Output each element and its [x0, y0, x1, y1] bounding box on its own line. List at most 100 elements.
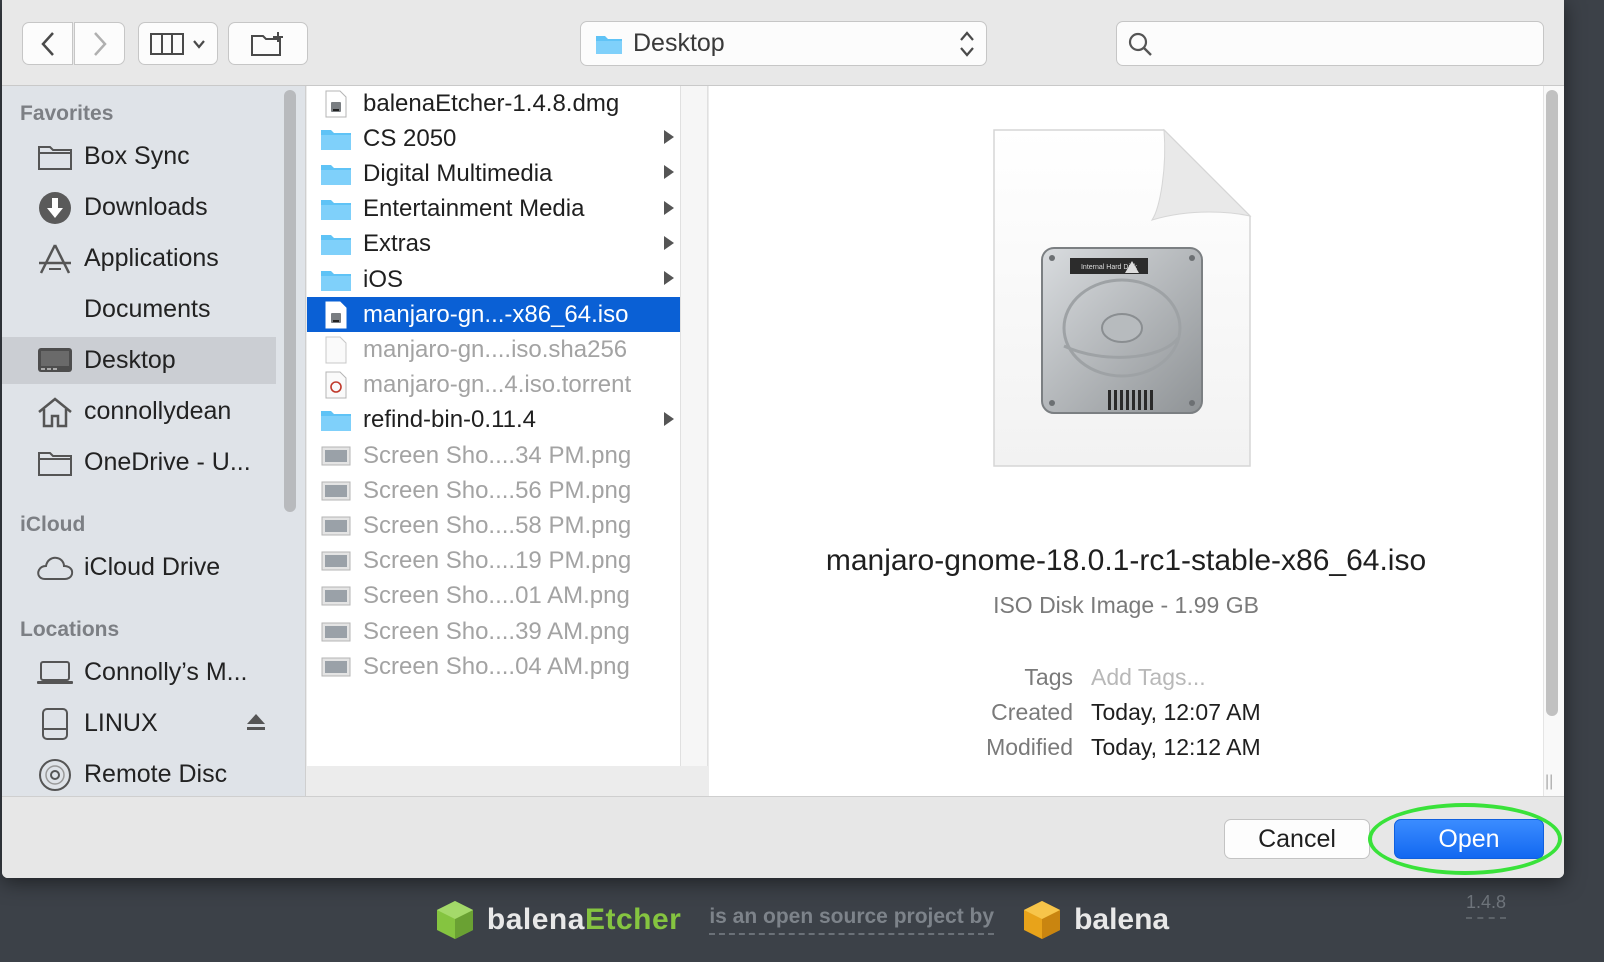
file-name-label: Screen Sho....39 AM.png: [363, 617, 630, 645]
folder-row[interactable]: Entertainment Media: [307, 192, 680, 227]
add-tags-field[interactable]: Add Tags...: [1091, 664, 1206, 691]
disclosure-arrow-icon: [664, 235, 674, 250]
file-name-label: balenaEtcher-1.4.8.dmg: [363, 89, 620, 117]
folder-row[interactable]: Extras: [307, 227, 680, 262]
folder-icon: [319, 405, 353, 435]
sidebar-item-desktop[interactable]: Desktop: [2, 337, 276, 384]
folder-icon: [319, 194, 353, 224]
dialog-toolbar: Desktop: [2, 0, 1564, 86]
image-file-icon: [319, 476, 353, 506]
eject-icon[interactable]: [246, 712, 266, 732]
balena-brand[interactable]: balena: [1074, 903, 1169, 937]
created-label: Created: [991, 699, 1073, 725]
disclosure-arrow-icon: [664, 411, 674, 426]
sidebar-item-label: connollydean: [84, 397, 232, 425]
sidebar-scrollbar[interactable]: [284, 90, 296, 512]
file-name-label: Screen Sho....01 AM.png: [363, 582, 630, 610]
balena-logo-icon: [1024, 901, 1061, 939]
folder-row[interactable]: refind-bin-0.11.4: [307, 403, 680, 438]
chevron-right-icon: [93, 31, 107, 56]
sidebar-item-applications[interactable]: Applications: [2, 235, 276, 282]
file-name-label: Screen Sho....04 AM.png: [363, 652, 630, 680]
sidebar-section-icloud: iCloud: [20, 513, 86, 536]
preview-file-kind: ISO Disk Image - 1.99 GB: [993, 592, 1259, 618]
folder-row[interactable]: CS 2050: [307, 121, 680, 156]
sidebar-item-label: Desktop: [84, 346, 176, 374]
created-value: Today, 12:07 AM: [1091, 699, 1261, 725]
sidebar-item-icloud-drive[interactable]: iCloud Drive: [2, 544, 276, 591]
forward-button[interactable]: [74, 22, 125, 65]
sidebar-item-label: Applications: [84, 244, 219, 272]
sidebar: Favorites Box Sync Downloads Application…: [2, 86, 306, 796]
file-row[interactable]: Screen Sho....01 AM.png: [307, 579, 680, 614]
disk-image-icon: [319, 89, 353, 119]
column-resize-handle[interactable]: ||: [1545, 773, 1553, 791]
file-name-label: refind-bin-0.11.4: [363, 406, 536, 434]
sidebar-item-home[interactable]: connollydean: [2, 388, 276, 435]
document-icon: [319, 335, 353, 365]
file-row[interactable]: manjaro-gn...-x86_64.iso: [307, 297, 680, 333]
open-file-dialog: Desktop Favorites Box Sync Downloads App…: [2, 0, 1564, 878]
disc-icon: [36, 758, 74, 792]
file-row[interactable]: manjaro-gn....iso.sha256: [307, 332, 680, 367]
downloads-icon: [36, 191, 74, 225]
folder-icon: [36, 140, 74, 174]
file-name-label: manjaro-gn....iso.sha256: [363, 335, 628, 363]
modified-value: Today, 12:12 AM: [1091, 734, 1261, 760]
view-mode-button[interactable]: [138, 22, 218, 65]
sidebar-item-documents[interactable]: Documents: [2, 286, 276, 333]
cloud-icon: [36, 551, 74, 585]
sidebar-item-label: Box Sync: [84, 142, 190, 170]
file-row[interactable]: Screen Sho....04 AM.png: [307, 649, 680, 684]
new-folder-button[interactable]: [228, 22, 308, 65]
file-row[interactable]: Screen Sho....19 PM.png: [307, 544, 680, 579]
file-row[interactable]: Screen Sho....34 PM.png: [307, 438, 680, 473]
search-input[interactable]: [1161, 30, 1531, 58]
folder-row[interactable]: Digital Multimedia: [307, 156, 680, 191]
file-name-label: Screen Sho....58 PM.png: [363, 511, 632, 539]
chevron-down-icon: [193, 39, 205, 49]
preview-file-name: manjaro-gnome-18.0.1-rc1-stable-x86_64.i…: [825, 544, 1427, 577]
torrent-file-icon: [319, 370, 353, 400]
disclosure-arrow-icon: [664, 271, 674, 285]
tags-label: Tags: [1024, 664, 1073, 690]
etcher-brand[interactable]: balenaEtcher: [487, 903, 681, 937]
sidebar-item-label: Remote Disc: [84, 760, 228, 788]
file-row[interactable]: Screen Sho....58 PM.png: [307, 508, 680, 543]
image-file-icon: [319, 652, 353, 682]
column-divider[interactable]: [680, 86, 708, 766]
etcher-tagline[interactable]: is an open source project by: [709, 905, 995, 935]
sidebar-item-box-sync[interactable]: Box Sync: [2, 133, 276, 180]
back-button[interactable]: [22, 22, 73, 65]
folder-icon: [319, 229, 353, 259]
file-name-label: manjaro-gn...4.iso.torrent: [363, 371, 632, 399]
image-file-icon: [319, 511, 353, 541]
sidebar-item-linux-drive[interactable]: LINUX: [2, 700, 276, 747]
folder-row[interactable]: iOS: [307, 262, 680, 297]
desktop-folder-icon: [596, 35, 622, 54]
etcher-version[interactable]: 1.4.8: [1465, 892, 1506, 919]
location-dropdown[interactable]: Desktop: [580, 21, 987, 66]
file-name-label: Extras: [363, 230, 432, 258]
cancel-button[interactable]: Cancel: [1224, 819, 1370, 859]
file-list-column: balenaEtcher-1.4.8.dmg CS 2050 Digital Mul…: [307, 86, 680, 766]
laptop-icon: [36, 656, 74, 690]
blank-icon: [36, 293, 74, 327]
disclosure-arrow-icon: [664, 130, 674, 145]
search-field[interactable]: [1116, 21, 1544, 66]
file-row[interactable]: balenaEtcher-1.4.8.dmg: [307, 86, 680, 121]
preview-scrollbar[interactable]: [1546, 90, 1558, 716]
iso-file-preview-icon: Internal Hard Disk: [993, 128, 1252, 467]
sidebar-item-downloads[interactable]: Downloads: [2, 184, 276, 231]
disk-image-icon: [319, 300, 353, 330]
file-row[interactable]: Screen Sho....39 AM.png: [307, 614, 680, 649]
disclosure-arrow-icon: [664, 200, 674, 215]
file-row[interactable]: manjaro-gn...4.iso.torrent: [307, 368, 680, 403]
sidebar-item-onedrive[interactable]: OneDrive - U...: [2, 439, 276, 486]
search-icon: [1128, 32, 1152, 56]
up-down-arrows-icon: [960, 31, 974, 57]
disclosure-arrow-icon: [664, 165, 674, 180]
sidebar-item-remote-disc[interactable]: Remote Disc: [2, 751, 276, 796]
file-row[interactable]: Screen Sho....56 PM.png: [307, 473, 680, 508]
sidebar-item-computer[interactable]: Connolly’s M...: [2, 649, 276, 696]
